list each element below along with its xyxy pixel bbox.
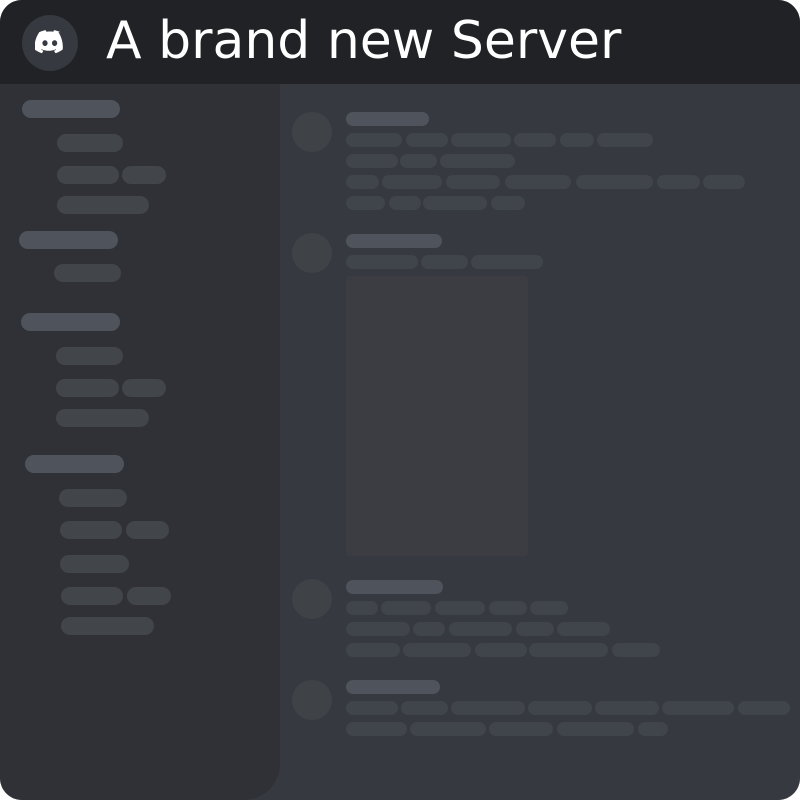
channel-item[interactable] [57, 196, 149, 214]
channel-item[interactable] [61, 587, 123, 605]
message-text [346, 154, 398, 168]
message-author [346, 580, 443, 594]
message-text [516, 622, 554, 636]
channel-category[interactable] [19, 231, 118, 249]
message-text [346, 196, 385, 210]
message-text [662, 701, 734, 715]
message-text [557, 722, 634, 736]
channel-item[interactable] [56, 409, 149, 427]
discord-logo-icon[interactable] [22, 15, 78, 71]
server-header: A brand new Server [0, 0, 800, 84]
image-attachment-placeholder[interactable] [346, 276, 528, 556]
channel-item[interactable] [122, 379, 166, 397]
channel-item[interactable] [126, 521, 169, 539]
message-text [528, 701, 592, 715]
message-text [421, 255, 468, 269]
channel-item[interactable] [57, 134, 123, 152]
channel-item[interactable] [57, 166, 119, 184]
message-text [406, 133, 448, 147]
message-text [451, 701, 525, 715]
message-text [346, 643, 400, 657]
user-avatar[interactable] [292, 233, 332, 273]
message-text [612, 643, 660, 657]
message-text [446, 175, 500, 189]
message-text [403, 643, 471, 657]
message-text [530, 601, 568, 615]
message-text [638, 722, 668, 736]
discord-logo-icon-glyph [35, 30, 63, 54]
message-text [381, 601, 431, 615]
message-text [738, 701, 790, 715]
channel-sidebar [0, 84, 280, 800]
server-title: A brand new Server [106, 11, 622, 71]
message-text [346, 255, 418, 269]
message-text [423, 196, 487, 210]
message-author [346, 234, 442, 248]
message-text [346, 622, 410, 636]
message-text [703, 175, 745, 189]
message-text [451, 133, 511, 147]
channel-item[interactable] [54, 264, 121, 282]
message-text [597, 133, 653, 147]
message-text [475, 643, 527, 657]
channel-item[interactable] [122, 166, 166, 184]
message-text [440, 154, 515, 168]
message-author [346, 112, 429, 126]
user-avatar[interactable] [292, 680, 332, 720]
message-text [346, 701, 398, 715]
message-text [657, 175, 700, 189]
message-text [413, 622, 445, 636]
message-author [346, 680, 440, 694]
message-text [471, 255, 543, 269]
message-text [400, 154, 437, 168]
message-text [489, 722, 553, 736]
channel-item[interactable] [60, 555, 129, 573]
channel-item[interactable] [56, 347, 123, 365]
channel-category[interactable] [21, 313, 120, 331]
channel-category[interactable] [25, 455, 124, 473]
message-text [346, 133, 402, 147]
message-text [529, 643, 608, 657]
message-text [595, 701, 659, 715]
channel-item[interactable] [127, 587, 171, 605]
channel-item[interactable] [59, 489, 127, 507]
message-text [560, 133, 594, 147]
channel-item[interactable] [56, 379, 119, 397]
channel-item[interactable] [61, 617, 154, 635]
message-text [401, 701, 448, 715]
message-text [489, 601, 527, 615]
message-text [389, 196, 421, 210]
message-text [346, 601, 378, 615]
message-text [449, 622, 512, 636]
message-text [410, 722, 486, 736]
user-avatar[interactable] [292, 112, 332, 152]
message-text [435, 601, 485, 615]
message-text [576, 175, 653, 189]
message-text [491, 196, 525, 210]
message-text [346, 175, 379, 189]
message-text [514, 133, 556, 147]
message-text [346, 722, 407, 736]
channel-category[interactable] [22, 100, 120, 118]
message-text [557, 622, 610, 636]
message-text [382, 175, 442, 189]
user-avatar[interactable] [292, 579, 332, 619]
channel-item[interactable] [60, 521, 122, 539]
message-text [505, 175, 571, 189]
app-window: A brand new Server [0, 0, 800, 800]
